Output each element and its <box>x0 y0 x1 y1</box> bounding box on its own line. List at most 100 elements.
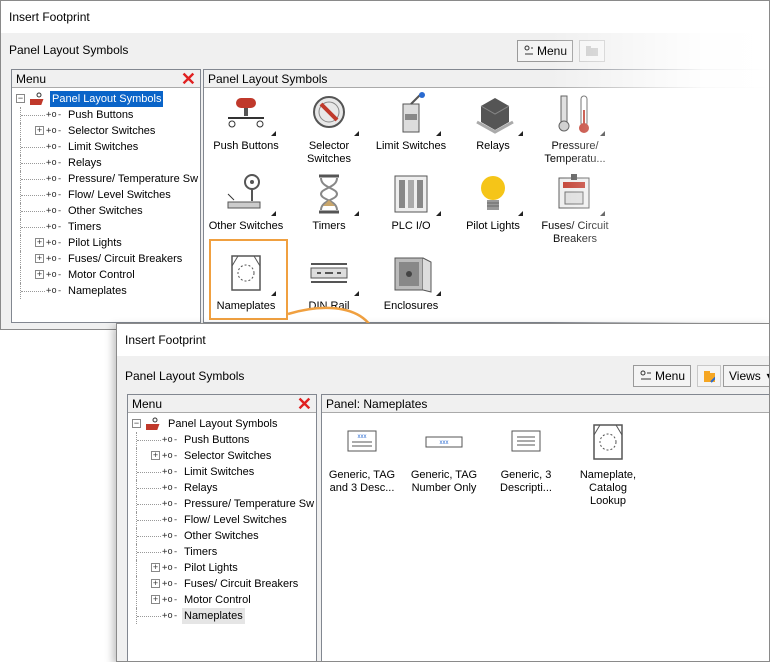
tree-item-fuses-circuit-breakers[interactable]: + +o- Fuses/ Circuit Breakers <box>16 251 200 267</box>
tree-item-limit-switches[interactable]: +o- Limit Switches <box>132 464 316 480</box>
symbol-item-selector-switches[interactable]: Selector Switches <box>291 92 367 166</box>
folder-button[interactable] <box>579 40 605 62</box>
close-icon[interactable]: ✕ <box>181 70 196 88</box>
symbol-item-timers[interactable]: Timers <box>291 172 367 233</box>
tree-item-selector-switches[interactable]: + +o- Selector Switches <box>16 123 200 139</box>
nameplate-xxx-icon: xxx <box>340 421 384 465</box>
symbol-item-relays[interactable]: Relays <box>455 92 531 153</box>
symbol-item-generic-tag-number-only[interactable]: xxx Generic, TAG Number Only <box>406 421 482 495</box>
tree-guide-line <box>20 267 21 283</box>
expand-icon[interactable]: + <box>151 563 160 572</box>
symbol-item-label: Pilot Lights <box>466 220 520 232</box>
tree-item-pilot-lights[interactable]: + +o- Pilot Lights <box>16 235 200 251</box>
tree-item-flow-level-switches[interactable]: +o- Flow/ Level Switches <box>132 512 316 528</box>
relay-icon <box>471 92 523 136</box>
collapse-icon[interactable]: − <box>16 94 25 103</box>
enclosure-icon <box>389 252 441 296</box>
tree-item-panel-layout-symbols[interactable]: − Panel Layout Symbols <box>16 91 200 107</box>
collapse-icon[interactable]: − <box>132 419 141 428</box>
expand-icon[interactable]: + <box>35 254 44 263</box>
tree-item-fuses-circuit-breakers[interactable]: + +o- Fuses/ Circuit Breakers <box>132 576 316 592</box>
tree-item-pressure-temperature-sw[interactable]: +o- Pressure/ Temperature Sw <box>16 171 200 187</box>
views-button[interactable]: Views ▼ <box>723 365 769 387</box>
tree-item-flow-level-switches[interactable]: +o- Flow/ Level Switches <box>16 187 200 203</box>
expand-icon[interactable]: + <box>151 595 160 604</box>
tree-item-label: Relays <box>184 482 218 494</box>
tree-item-nameplates[interactable]: +o- Nameplates <box>16 283 200 299</box>
tree-item-label: Flow/ Level Switches <box>184 514 287 526</box>
symbol-item-pilot-lights[interactable]: Pilot Lights <box>455 172 531 233</box>
tree-item-pilot-lights[interactable]: + +o- Pilot Lights <box>132 560 316 576</box>
expand-icon[interactable]: + <box>35 238 44 247</box>
tree-item-push-buttons[interactable]: +o- Push Buttons <box>16 107 200 123</box>
submenu-indicator-icon <box>271 211 276 216</box>
tree-item-motor-control[interactable]: + +o- Motor Control <box>16 267 200 283</box>
contact-symbol-icon: +o- <box>46 286 63 296</box>
tree-item-nameplates[interactable]: +o- Nameplates <box>132 608 316 624</box>
symbol-item-generic-tag-and-3-desc[interactable]: xxx Generic, TAG and 3 Desc... <box>324 421 400 495</box>
tree-item-other-switches[interactable]: +o- Other Switches <box>16 203 200 219</box>
menu-button[interactable]: Menu <box>633 365 691 387</box>
submenu-indicator-icon <box>518 131 523 136</box>
close-icon[interactable]: ✕ <box>297 395 312 413</box>
contact-symbol-icon: +o- <box>162 531 179 541</box>
tree-item-label: Push Buttons <box>184 434 250 446</box>
contact-symbol-icon: +o- <box>46 206 63 216</box>
tree-item-label: Limit Switches <box>68 141 139 153</box>
tree-item-label: Panel Layout Symbols <box>50 91 164 107</box>
push-button-icon <box>224 92 276 136</box>
expand-icon[interactable]: + <box>35 126 44 135</box>
symbol-item-pressure-temperatu[interactable]: Pressure/ Temperatu... <box>537 92 613 166</box>
menu-button-label: Menu <box>654 369 685 383</box>
tree-item-pressure-temperature-sw[interactable]: +o- Pressure/ Temperature Sw <box>132 496 316 512</box>
symbol-item-fuses-circuit-breakers[interactable]: Fuses/ Circuit Breakers <box>537 172 613 246</box>
tree-item-other-switches[interactable]: +o- Other Switches <box>132 528 316 544</box>
light-bulb-icon <box>471 172 523 216</box>
contact-symbol-icon: +o- <box>46 174 63 184</box>
expand-icon[interactable]: + <box>151 579 160 588</box>
contact-symbol-icon: +o- <box>46 126 63 136</box>
contact-symbol-icon: +o- <box>162 595 179 605</box>
tree-item-push-buttons[interactable]: +o- Push Buttons <box>132 432 316 448</box>
tree-connector <box>21 115 45 116</box>
tree-item-limit-switches[interactable]: +o- Limit Switches <box>16 139 200 155</box>
din-rail-icon <box>307 252 359 296</box>
insert-footprint-window-main: Insert Footprint Panel Layout Symbols Me… <box>0 0 770 330</box>
tree-item-timers[interactable]: +o- Timers <box>16 219 200 235</box>
menu-button[interactable]: Menu <box>517 40 573 62</box>
nameplate-lines-icon <box>504 421 548 465</box>
tree-item-label: Pressure/ Temperature Sw <box>184 498 315 510</box>
menu-tree-panel: Menu ✕ − Panel Layout Symbols +o- Push Butt… <box>127 394 317 661</box>
tree-item-label: Flow/ Level Switches <box>68 189 171 201</box>
tree-item-label: Pilot Lights <box>68 237 122 249</box>
expand-icon[interactable]: + <box>151 451 160 460</box>
folder-button[interactable] <box>697 365 721 387</box>
views-button-label: Views <box>729 369 761 383</box>
tree-connector <box>21 291 45 292</box>
tree-item-relays[interactable]: +o- Relays <box>132 480 316 496</box>
symbol-item-nameplate-catalog-lookup[interactable]: Nameplate, Catalog Lookup <box>570 421 646 508</box>
submenu-indicator-icon <box>436 131 441 136</box>
tree-item-relays[interactable]: +o- Relays <box>16 155 200 171</box>
contact-symbol-icon: +o- <box>46 270 63 280</box>
tree-item-selector-switches[interactable]: + +o- Selector Switches <box>132 448 316 464</box>
submenu-indicator-icon <box>600 131 605 136</box>
nameplate-catalog-icon <box>586 421 630 465</box>
tree-item-timers[interactable]: +o- Timers <box>132 544 316 560</box>
content-header-label: Panel: Nameplates <box>326 397 428 411</box>
symbol-item-push-buttons[interactable]: Push Buttons <box>208 92 284 153</box>
symbol-item-other-switches[interactable]: Other Switches <box>208 172 284 233</box>
tree-item-motor-control[interactable]: + +o- Motor Control <box>132 592 316 608</box>
tree-item-panel-layout-symbols[interactable]: − Panel Layout Symbols <box>132 416 316 432</box>
svg-text:xxx: xxx <box>440 440 449 446</box>
tree-item-label: Pressure/ Temperature Sw <box>68 173 199 185</box>
symbol-item-generic-3-descripti[interactable]: Generic, 3 Descripti... <box>488 421 564 495</box>
expand-icon[interactable]: + <box>35 270 44 279</box>
contact-symbol-icon: +o- <box>46 110 63 120</box>
window-title: Insert Footprint <box>9 10 90 24</box>
menu-tree-header: Menu ✕ <box>12 70 200 88</box>
symbol-item-limit-switches[interactable]: Limit Switches <box>373 92 449 153</box>
content-panel: Panel Layout Symbols Push Buttons Selecto… <box>203 69 769 323</box>
symbol-item-plc-i-o[interactable]: PLC I/O <box>373 172 449 233</box>
symbol-item-label: Nameplate, Catalog Lookup <box>579 469 637 507</box>
